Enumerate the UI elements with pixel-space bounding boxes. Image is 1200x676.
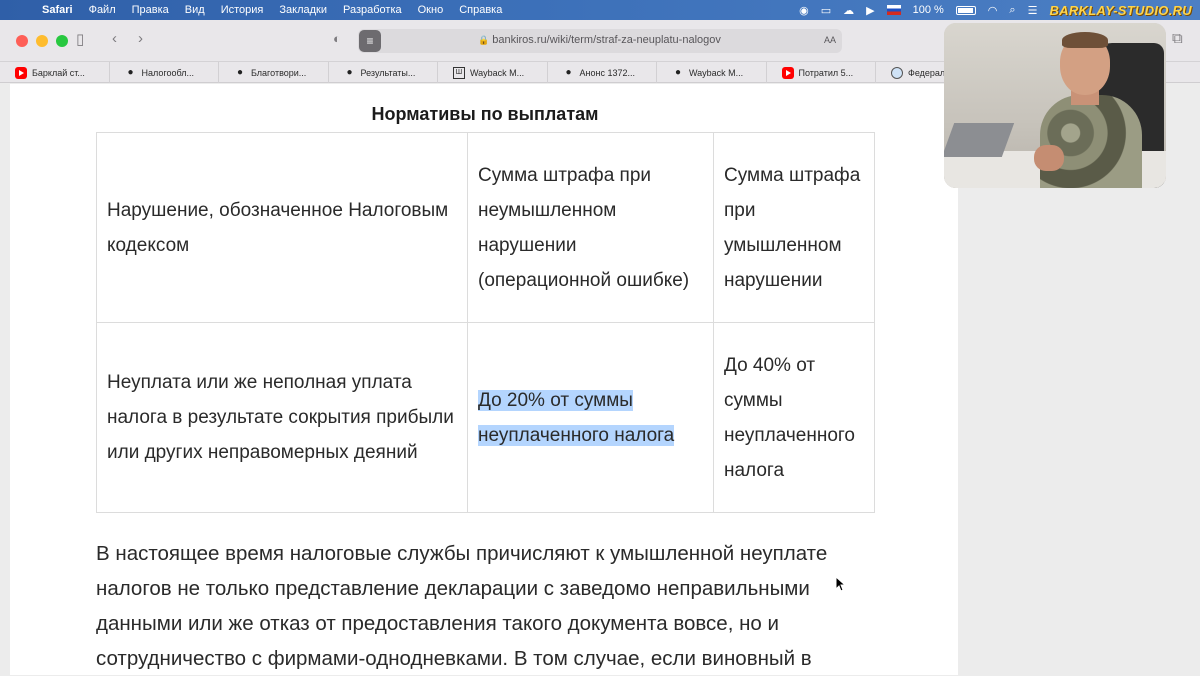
minimize-window-button[interactable] bbox=[36, 35, 48, 47]
bookmark-item[interactable]: Ш Wayback M... bbox=[438, 62, 548, 83]
forward-arrow-icon[interactable]: › bbox=[138, 30, 143, 47]
wifi-icon[interactable]: ◠ bbox=[988, 4, 998, 17]
bookmark-item[interactable]: ● Результаты... bbox=[329, 62, 438, 83]
drop-icon: ● bbox=[236, 66, 244, 78]
web-page[interactable]: Нормативы по выплатам Нарушение, обознач… bbox=[10, 84, 958, 675]
bookmark-item[interactable]: Потратил 5... bbox=[767, 62, 876, 83]
macos-menu-bar: Safari Файл Правка Вид История Закладки … bbox=[0, 0, 1200, 20]
text-size-button[interactable]: AA bbox=[824, 35, 836, 45]
menu-window[interactable]: Окно bbox=[410, 4, 452, 16]
play-icon[interactable]: ▶ bbox=[866, 4, 874, 17]
record-icon[interactable]: ◉ bbox=[799, 4, 809, 17]
bookmark-item[interactable]: ● Налогообл... bbox=[110, 62, 219, 83]
youtube-icon bbox=[15, 66, 27, 79]
presenter-torso bbox=[1040, 95, 1142, 188]
battery-icon[interactable] bbox=[955, 5, 976, 15]
cell-unintentional-fine: До 20% от суммы неуплаченного налога bbox=[467, 322, 714, 513]
webcam-overlay bbox=[944, 23, 1166, 188]
presenter-hair bbox=[1062, 32, 1108, 48]
control-center-icon[interactable]: ☰ bbox=[1028, 4, 1038, 17]
bookmark-label: Анонс 1372... bbox=[579, 67, 635, 78]
sidebar-toggle-icon[interactable]: ▯ bbox=[76, 30, 84, 48]
menu-file[interactable]: Файл bbox=[81, 4, 124, 16]
bookmark-item[interactable]: ● Благотвори... bbox=[219, 62, 329, 83]
reader-mode-icon[interactable]: ≡ bbox=[359, 30, 381, 52]
header-intentional-fine: Сумма штрафа при умышленном нарушении bbox=[713, 132, 875, 323]
menubar-status-area: ◉ ▭ ☁ ▶ 100 % ◠ ⌕ ☰ BARKLAY-STUDIO.RU bbox=[799, 0, 1200, 20]
tab-overview-icon[interactable]: ⧉ bbox=[1172, 30, 1183, 47]
close-window-button[interactable] bbox=[16, 35, 28, 47]
cell-violation: Неуплата или же неполная уплата налога в… bbox=[96, 322, 468, 513]
display-icon[interactable]: ▭ bbox=[821, 4, 831, 17]
privacy-shield-icon[interactable]: ◐ bbox=[333, 31, 341, 46]
globe-icon bbox=[891, 66, 903, 79]
menu-bookmarks[interactable]: Закладки bbox=[271, 4, 335, 16]
bookmark-label: Wayback M... bbox=[689, 67, 744, 78]
presenter-hand bbox=[1034, 145, 1064, 171]
window-controls bbox=[16, 35, 68, 47]
studio-brand-logo: BARKLAY-STUDIO.RU bbox=[1049, 2, 1192, 18]
bookmark-label: Результаты... bbox=[360, 67, 416, 78]
drop-icon: ● bbox=[674, 66, 682, 78]
menu-history[interactable]: История bbox=[213, 4, 272, 16]
russian-flag-icon[interactable] bbox=[886, 5, 901, 15]
url-text: bankiros.ru/wiki/term/straf-za-neuplatu-… bbox=[492, 34, 721, 46]
header-violation: Нарушение, обозначенное Налоговым кодекс… bbox=[96, 132, 468, 323]
table-row: Неуплата или же неполная уплата налога в… bbox=[96, 322, 875, 513]
search-icon[interactable]: ⌕ bbox=[1009, 4, 1015, 17]
article-paragraph: В настоящее время налоговые службы причи… bbox=[96, 542, 828, 670]
cam-monitor bbox=[944, 123, 1015, 157]
drop-icon: ● bbox=[127, 66, 134, 78]
lock-icon: 🔒 bbox=[478, 35, 490, 45]
bookmark-label: Налогообл... bbox=[141, 67, 194, 78]
youtube-icon bbox=[781, 66, 794, 79]
fines-table: Нарушение, обозначенное Налоговым кодекс… bbox=[96, 132, 875, 513]
wayback-icon: Ш bbox=[453, 66, 465, 79]
address-bar[interactable]: ≡ 🔒 bankiros.ru/wiki/term/straf-za-neupla… bbox=[358, 29, 842, 53]
drop-icon: ● bbox=[346, 66, 353, 78]
drop-icon: ● bbox=[565, 66, 572, 78]
header-unintentional-fine: Сумма штрафа при неумышленном нарушении … bbox=[467, 132, 714, 323]
bookmark-label: Барклай ст... bbox=[32, 67, 85, 78]
menu-safari[interactable]: Safari bbox=[34, 4, 81, 16]
selected-text[interactable]: До 20% от суммы неуплаченного налога bbox=[478, 389, 675, 446]
zoom-window-button[interactable] bbox=[56, 35, 68, 47]
bookmark-item[interactable]: ● Wayback M... bbox=[657, 62, 767, 83]
bookmark-item[interactable]: ● Анонс 1372... bbox=[548, 62, 657, 83]
bookmark-label: Благотвори... bbox=[251, 67, 307, 78]
menu-edit[interactable]: Правка bbox=[124, 4, 177, 16]
back-arrow-icon[interactable]: ‹ bbox=[112, 30, 117, 47]
table-title: Нормативы по выплатам bbox=[371, 104, 599, 124]
table-header-row: Нарушение, обозначенное Налоговым кодекс… bbox=[96, 132, 875, 323]
menu-view[interactable]: Вид bbox=[177, 4, 213, 16]
address-url[interactable]: 🔒 bankiros.ru/wiki/term/straf-za-neuplatu… bbox=[478, 34, 721, 46]
menu-help[interactable]: Справка bbox=[451, 4, 510, 16]
creative-cloud-icon[interactable]: ☁ bbox=[843, 4, 854, 17]
bookmark-item[interactable]: Барклай ст... bbox=[0, 62, 110, 83]
battery-percent: 100 % bbox=[912, 4, 944, 16]
menu-develop[interactable]: Разработка bbox=[335, 4, 410, 16]
bookmark-label: Wayback M... bbox=[470, 67, 525, 78]
cell-intentional-fine: До 40% от суммы неуплаченного налога bbox=[713, 322, 875, 513]
bookmark-label: Потратил 5... bbox=[798, 67, 854, 78]
